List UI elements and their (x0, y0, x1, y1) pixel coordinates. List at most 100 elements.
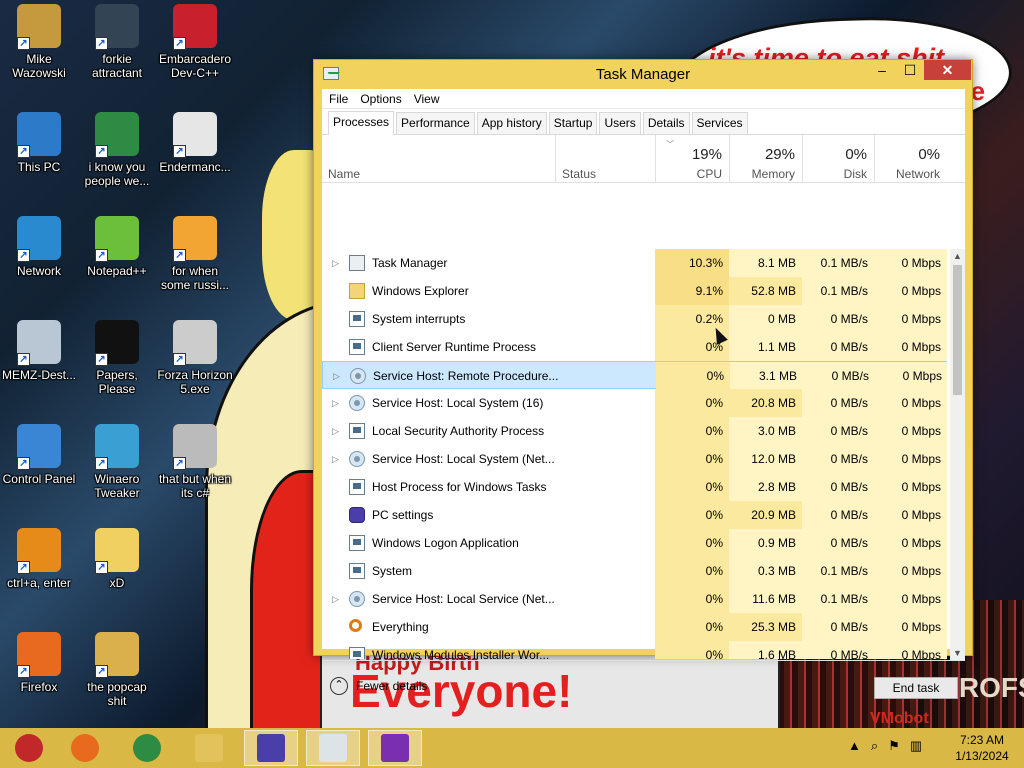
scrollbar-thumb[interactable] (953, 265, 962, 395)
column-disk[interactable]: 0% Disk (802, 135, 874, 183)
expand-chevron-icon[interactable] (332, 305, 342, 333)
column-status[interactable]: Status (555, 135, 655, 183)
expand-chevron-icon[interactable] (332, 641, 342, 659)
desktop-icon[interactable]: ↗ that but when its c# (156, 424, 234, 500)
desktop-icon[interactable]: ↗ xD (78, 528, 156, 590)
taskbar-pc-settings-button[interactable] (244, 730, 298, 766)
desktop-icon[interactable]: ↗ MEMZ-Dest... (0, 320, 78, 382)
vertical-scrollbar[interactable]: ▲ ▼ (950, 249, 965, 660)
tray-search-icon[interactable]: ⌕ (871, 738, 878, 754)
table-row[interactable]: ▷ Service Host: Local System (Net... 0% 12.… (322, 445, 947, 473)
table-row[interactable]: System interrupts 0.2% 0 MB 0 MB/s 0 Mbps (322, 305, 947, 333)
table-row[interactable]: System 0% 0.3 MB 0.1 MB/s 0 Mbps (322, 557, 947, 585)
expand-chevron-icon[interactable]: ▷ (332, 585, 342, 613)
desktop-icon[interactable]: ↗ Control Panel (0, 424, 78, 486)
taskbar-task-manager-button[interactable] (306, 730, 360, 766)
table-row[interactable]: PC settings 0% 20.9 MB 0 MB/s 0 Mbps (322, 501, 947, 529)
desktop-icon[interactable]: ↗ the popcap shit (78, 632, 156, 708)
menu-options[interactable]: Options (360, 92, 401, 106)
fewer-details-button[interactable]: ⌃ Fewer details (330, 677, 427, 695)
desktop-icon[interactable]: ↗ Endermanc... (156, 112, 234, 174)
minimize-button[interactable]: – (868, 60, 896, 80)
expand-chevron-icon[interactable]: ▷ (333, 362, 343, 390)
table-row[interactable]: ▷ Service Host: Local System (16) 0% 20.8 M… (322, 389, 947, 417)
desktop-icon[interactable]: ↗ Notepad++ (78, 216, 156, 278)
expand-chevron-icon[interactable] (332, 529, 342, 557)
taskbar-firefox-button[interactable] (58, 730, 112, 766)
expand-chevron-icon[interactable] (332, 613, 342, 641)
process-network: 0 Mbps (874, 501, 947, 529)
menu-view[interactable]: View (414, 92, 440, 106)
tab-users[interactable]: Users (599, 112, 641, 134)
expand-chevron-icon[interactable] (332, 557, 342, 585)
tray-flag-icon[interactable]: ⚑ (888, 738, 900, 754)
taskbar-everything-search-button[interactable] (368, 730, 422, 766)
window-app-icon: ↗ (173, 112, 217, 158)
column-network[interactable]: 0% Network (874, 135, 947, 183)
column-cpu-total: 19% (691, 146, 722, 163)
table-row[interactable]: Windows Modules Installer Wor... 0% 1.6 MB… (322, 641, 947, 659)
clock[interactable]: 7:23 AM 1/13/2024 (950, 732, 1014, 764)
tab-services[interactable]: Services (691, 112, 748, 134)
desktop-icon[interactable]: ↗ for when some russi... (156, 216, 234, 292)
desktop-icon[interactable]: ↗ Winaero Tweaker (78, 424, 156, 500)
table-row[interactable]: Host Process for Windows Tasks 0% 2.8 MB 0 … (322, 473, 947, 501)
expand-chevron-icon[interactable] (332, 333, 342, 361)
table-row[interactable]: ▷ Local Security Authority Process 0% 3.0 M… (322, 417, 947, 445)
taskbar-file-explorer-button[interactable] (182, 730, 236, 766)
table-row[interactable]: ▷ Task Manager 10.3% 8.1 MB 0.1 MB/s 0 Mbps (322, 249, 947, 277)
desktop-icon[interactable]: ↗ i know you people we... (78, 112, 156, 188)
process-cpu: 0% (655, 445, 729, 473)
desktop-icon-label: Control Panel (2, 472, 76, 486)
tab-processes[interactable]: Processes (328, 111, 395, 135)
close-button[interactable]: ✕ (924, 60, 971, 80)
expand-chevron-icon[interactable] (332, 277, 342, 305)
column-memory[interactable]: 29% Memory (729, 135, 802, 183)
column-name[interactable]: Name (322, 135, 555, 183)
tray-overflow-icon[interactable]: ▲ (848, 738, 861, 754)
menu-file[interactable]: File (329, 92, 348, 106)
table-row[interactable]: ▷ Service Host: Remote Procedure... 0% 3.1 … (322, 361, 947, 390)
expand-chevron-icon[interactable]: ▷ (332, 417, 342, 445)
tab-strip: Processes Performance App history Startup Us… (322, 109, 965, 135)
table-row[interactable]: Everything 0% 25.3 MB 0 MB/s 0 Mbps (322, 613, 947, 641)
tab-performance[interactable]: Performance (396, 112, 475, 134)
table-row[interactable]: Windows Logon Application 0% 0.9 MB 0 MB/s 0… (322, 529, 947, 557)
taskbar-start-ornament-button[interactable] (2, 730, 56, 766)
shortcut-arrow-icon: ↗ (17, 353, 30, 366)
table-row[interactable]: Windows Explorer 9.1% 52.8 MB 0.1 MB/s 0 Mbp… (322, 277, 947, 305)
flash-icon: ↗ (173, 320, 217, 366)
desktop-icon[interactable]: ↗ Papers, Please (78, 320, 156, 396)
expand-chevron-icon[interactable]: ▷ (332, 389, 342, 417)
expand-chevron-icon[interactable]: ▷ (332, 445, 342, 473)
desktop-icon[interactable]: ↗ This PC (0, 112, 78, 174)
desktop-icon[interactable]: ↗ Firefox (0, 632, 78, 694)
scroll-down-icon[interactable]: ▼ (950, 648, 965, 658)
expand-chevron-icon[interactable] (332, 473, 342, 501)
end-task-button[interactable]: End task (874, 677, 958, 699)
desktop-icon[interactable]: ↗ forkie attractant (78, 4, 156, 80)
expand-chevron-icon[interactable] (332, 501, 342, 529)
column-cpu[interactable]: ﹀ 19% CPU (655, 135, 729, 183)
table-row[interactable]: ▷ Service Host: Local Service (Net... 0% 11… (322, 585, 947, 613)
tab-startup[interactable]: Startup (548, 112, 598, 134)
shortcut-arrow-icon: ↗ (173, 145, 186, 158)
desktop-icon[interactable]: ↗ Mike Wazowski (0, 4, 78, 80)
tray-network-icon[interactable]: ▥ (910, 738, 922, 754)
taskbar-chrome-button[interactable] (120, 730, 174, 766)
tab-details[interactable]: Details (642, 112, 690, 134)
desktop-icon[interactable]: ↗ Forza Horizon 5.exe (156, 320, 234, 396)
expand-chevron-icon[interactable]: ▷ (332, 249, 342, 277)
scroll-up-icon[interactable]: ▲ (950, 251, 965, 261)
desktop-icon[interactable]: ↗ Network (0, 216, 78, 278)
process-memory: 25.3 MB (729, 613, 802, 641)
tab-app-history[interactable]: App history (476, 112, 547, 134)
clock-date: 1/13/2024 (955, 749, 1009, 763)
process-memory: 1.6 MB (729, 641, 802, 659)
table-row[interactable]: Client Server Runtime Process 0% 1.1 MB 0 M… (322, 333, 947, 361)
title-bar[interactable]: Task Manager – ☐ ✕ (314, 60, 972, 88)
desktop-icon[interactable]: ↗ Embarcadero Dev-C++ (156, 4, 234, 80)
maximize-button[interactable]: ☐ (896, 60, 924, 80)
system-tray: ▲ ⌕ ⚑ ▥ (848, 738, 922, 754)
desktop-icon[interactable]: ↗ ctrl+a, enter (0, 528, 78, 590)
